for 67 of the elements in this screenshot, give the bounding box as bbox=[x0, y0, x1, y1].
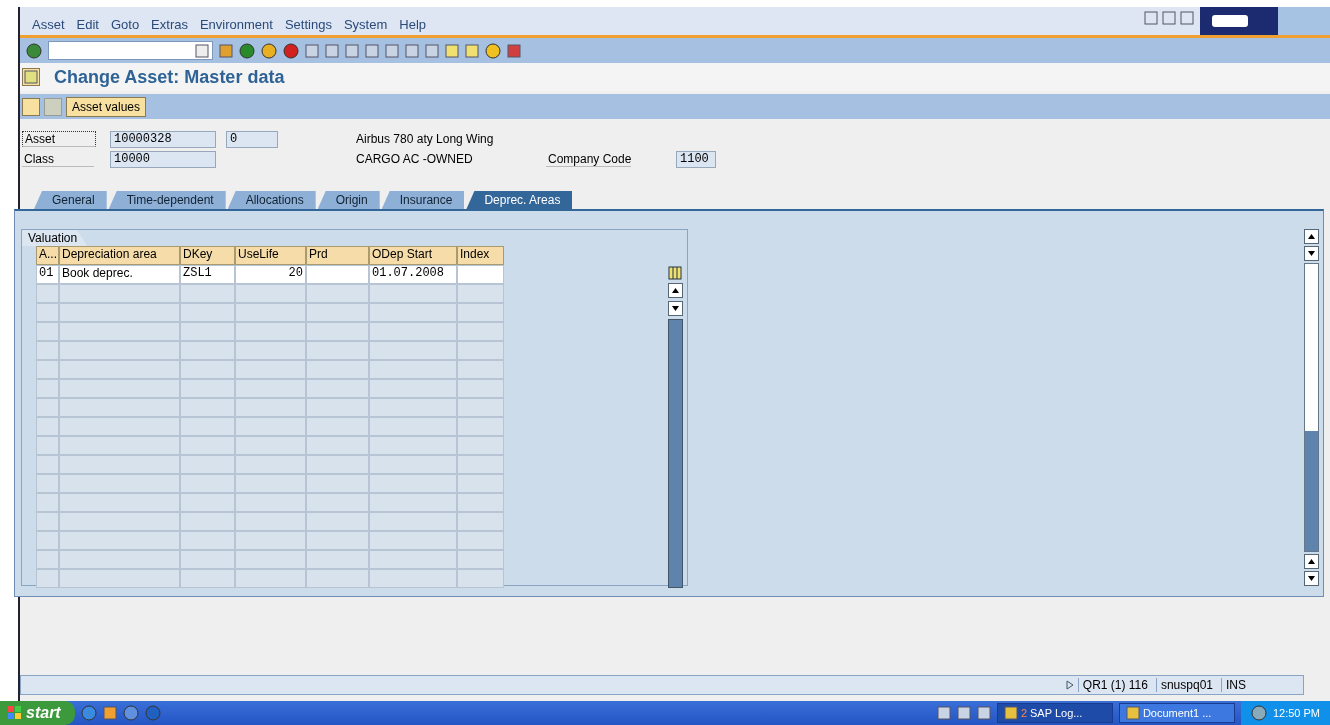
field-label: Asset bbox=[22, 131, 96, 147]
tab[interactable]: Time-dependent bbox=[108, 191, 226, 209]
next-button[interactable] bbox=[44, 97, 62, 116]
input-field[interactable]: 1100 bbox=[676, 150, 716, 168]
table-cell[interactable]: ZSL1 bbox=[180, 265, 235, 284]
table-cell[interactable] bbox=[457, 265, 504, 284]
table-cell[interactable]: Book deprec. bbox=[59, 265, 180, 284]
table-cell[interactable]: 20 bbox=[235, 265, 306, 284]
table-cell[interactable]: 01.07.2008 bbox=[369, 265, 457, 284]
menu-item[interactable]: Settings bbox=[284, 17, 332, 32]
table-cell[interactable] bbox=[306, 265, 369, 284]
scroll-up-button[interactable] bbox=[1304, 229, 1319, 244]
menu-item[interactable]: Goto bbox=[110, 17, 140, 32]
menu-item[interactable]: Edit bbox=[76, 17, 99, 32]
down-arrow-icon bbox=[1308, 251, 1315, 256]
tab[interactable]: Deprec. Areas bbox=[466, 191, 573, 209]
column-header[interactable]: Depreciation area bbox=[59, 246, 180, 265]
description-text: CARGO AC -OWNED bbox=[356, 152, 474, 166]
field-label: Class bbox=[22, 151, 94, 167]
column-header[interactable]: ODep Start bbox=[369, 246, 457, 265]
server-name: snuspq01 bbox=[1155, 678, 1217, 692]
menu-item[interactable]: Asset bbox=[32, 17, 65, 32]
up-arrow-icon bbox=[1308, 234, 1315, 239]
menu-item[interactable]: System bbox=[343, 17, 388, 32]
column-header[interactable]: DKey bbox=[180, 246, 235, 265]
up-arrow-icon bbox=[1308, 559, 1315, 564]
tab[interactable]: Origin bbox=[317, 191, 380, 209]
input-field[interactable]: 0 bbox=[226, 130, 278, 148]
system-info: QR1 (1) 116 bbox=[1077, 678, 1152, 692]
table-cell[interactable]: 01 bbox=[36, 265, 59, 284]
down-arrow-icon bbox=[1308, 576, 1315, 581]
command-field[interactable] bbox=[48, 41, 213, 60]
scroll-up-button[interactable] bbox=[1304, 554, 1319, 569]
column-header[interactable]: Prd bbox=[306, 246, 369, 265]
menu-item[interactable]: Help bbox=[399, 17, 426, 32]
scrollbar[interactable] bbox=[1304, 263, 1319, 552]
tab[interactable]: Insurance bbox=[381, 191, 465, 209]
asset-values-button[interactable]: Asset values bbox=[66, 96, 147, 117]
column-settings-icon[interactable] bbox=[668, 266, 682, 280]
menu-item[interactable]: Extras bbox=[151, 17, 188, 32]
description-text: Airbus 780 aty Long Wing bbox=[356, 132, 495, 146]
up-arrow-icon bbox=[672, 288, 679, 293]
scroll-down-button[interactable] bbox=[1304, 571, 1319, 586]
scrollbar[interactable] bbox=[668, 319, 683, 588]
clock-text: 12:50 PM bbox=[1272, 707, 1320, 719]
scroll-down-button[interactable] bbox=[1304, 246, 1319, 261]
input-field[interactable]: 10000 bbox=[110, 150, 216, 168]
input-field[interactable]: 10000328 bbox=[110, 130, 216, 148]
menu-item[interactable]: Environment bbox=[199, 17, 273, 32]
windows-logo-icon bbox=[8, 706, 22, 720]
field-label: Company Code bbox=[546, 151, 632, 167]
expand-icon[interactable] bbox=[1065, 680, 1074, 690]
taskbar-button[interactable]: 2 SAP Log... bbox=[996, 703, 1113, 723]
input-mode: INS bbox=[1221, 678, 1250, 692]
down-arrow-icon bbox=[672, 306, 679, 311]
scroll-up-button[interactable] bbox=[668, 283, 683, 298]
column-header[interactable]: UseLife bbox=[235, 246, 306, 265]
group-title: Valuation bbox=[22, 230, 88, 246]
column-header[interactable]: A... bbox=[36, 246, 59, 265]
taskbar-button[interactable]: Document1 ... bbox=[1118, 703, 1235, 723]
scroll-down-button[interactable] bbox=[668, 301, 683, 316]
tab[interactable]: General bbox=[34, 191, 107, 209]
start-button[interactable]: start bbox=[0, 701, 75, 725]
screen-title: Change Asset: Master data bbox=[54, 66, 285, 88]
column-header[interactable]: Index bbox=[457, 246, 504, 265]
previous-button[interactable] bbox=[22, 97, 40, 116]
tab[interactable]: Allocations bbox=[227, 191, 316, 209]
